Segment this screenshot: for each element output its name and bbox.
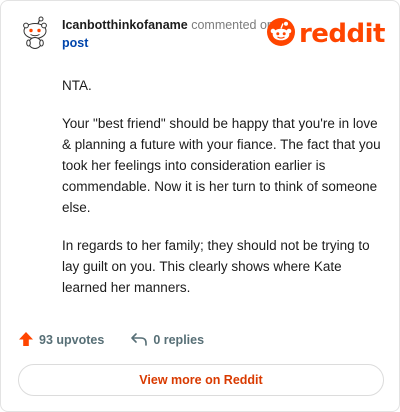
action-text: commented on — [191, 18, 274, 32]
replies-count: 0 replies — [153, 333, 205, 347]
upvotes-count: 93 upvotes — [39, 333, 105, 347]
comment-paragraph: NTA. — [62, 78, 92, 93]
reddit-logo[interactable]: reddit — [266, 17, 386, 51]
snoo-avatar-icon[interactable] — [18, 16, 52, 50]
upvote-arrow-icon — [18, 331, 34, 350]
username-link[interactable]: Icanbotthinkofaname — [62, 18, 188, 32]
post-link[interactable]: post — [62, 34, 274, 52]
comment-paragraph: Your "best friend" should be happy that … — [62, 116, 381, 215]
reddit-wordmark: reddit — [298, 19, 386, 49]
upvotes-stat[interactable]: 93 upvotes — [18, 331, 104, 350]
replies-stat[interactable]: 0 replies — [130, 331, 204, 350]
comment-footer: 93 upvotes 0 replies — [18, 330, 230, 350]
comment-body: NTA. Your "best friend" should be happy … — [62, 75, 382, 315]
embedded-comment-card: Icanbotthinkofaname commented on post re — [0, 0, 400, 412]
reply-arrow-icon — [130, 331, 148, 350]
comment-header: Icanbotthinkofaname commented on post re — [18, 13, 386, 53]
view-more-button[interactable]: View more on Reddit — [18, 364, 384, 396]
reddit-snoo-logo-icon — [266, 17, 295, 51]
comment-meta: Icanbotthinkofaname commented on post — [62, 16, 274, 52]
comment-paragraph: In regards to her family; they should no… — [62, 238, 370, 295]
